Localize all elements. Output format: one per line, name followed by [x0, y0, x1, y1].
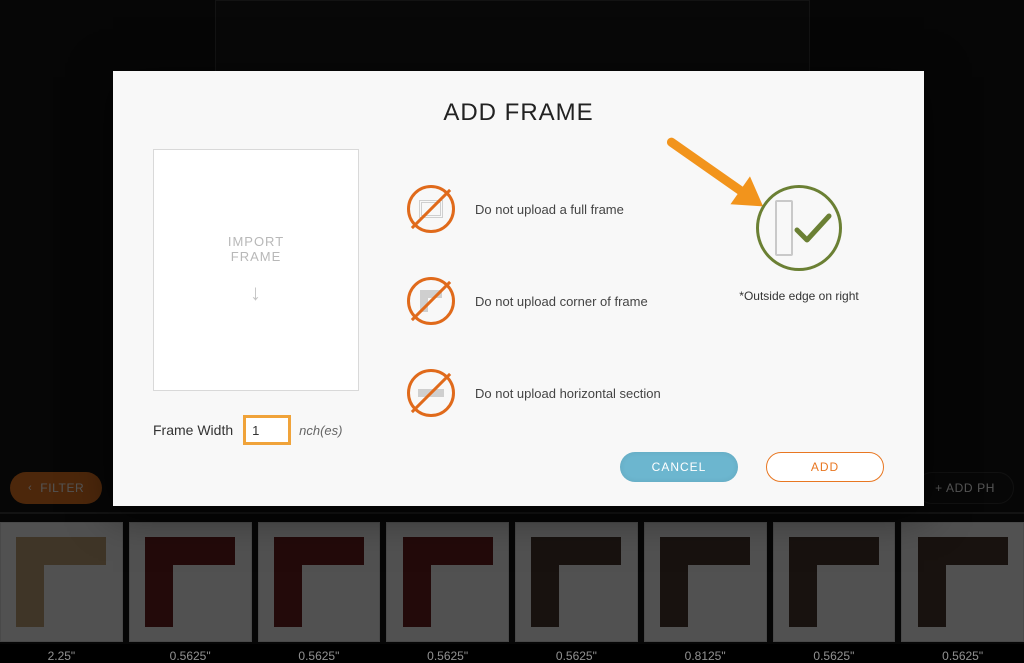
prohibited-icon: [407, 369, 455, 417]
import-label-line1: IMPORT: [228, 234, 284, 249]
frame-width-unit: nch(es): [299, 423, 342, 438]
checkmark-icon: [793, 208, 833, 248]
add-frame-modal: ADD FRAME IMPORT FRAME ↓ Frame Width nch…: [113, 71, 924, 506]
cancel-button[interactable]: CANCEL: [620, 452, 738, 482]
correct-note: *Outside edge on right: [739, 289, 858, 303]
prohibited-icon: [407, 277, 455, 325]
upload-rules-column: Do not upload a full frame Do not upload…: [407, 149, 670, 445]
add-label: ADD: [811, 460, 839, 474]
frame-width-label: Frame Width: [153, 422, 233, 438]
rule-text: Do not upload horizontal section: [475, 386, 661, 401]
correct-example-column: *Outside edge on right: [714, 149, 884, 445]
rule-text: Do not upload corner of frame: [475, 294, 648, 309]
modal-title: ADD FRAME: [153, 99, 884, 127]
frame-width-row: Frame Width nch(es): [153, 415, 363, 445]
modal-actions: CANCEL ADD: [620, 452, 884, 482]
rule-text: Do not upload a full frame: [475, 202, 624, 217]
prohibited-icon: [407, 185, 455, 233]
add-button[interactable]: ADD: [766, 452, 884, 482]
download-arrow-icon: ↓: [250, 280, 262, 306]
rule-no-corner: Do not upload corner of frame: [407, 277, 670, 325]
frame-width-input[interactable]: [243, 415, 291, 445]
import-frame-dropzone[interactable]: IMPORT FRAME ↓: [153, 149, 359, 391]
rule-no-full-frame: Do not upload a full frame: [407, 185, 670, 233]
frame-section-icon: [775, 200, 793, 256]
import-label-line2: FRAME: [231, 249, 282, 264]
rule-no-horizontal: Do not upload horizontal section: [407, 369, 670, 417]
cancel-label: CANCEL: [652, 460, 707, 474]
import-column: IMPORT FRAME ↓ Frame Width nch(es): [153, 149, 363, 445]
correct-icon: [756, 185, 842, 271]
